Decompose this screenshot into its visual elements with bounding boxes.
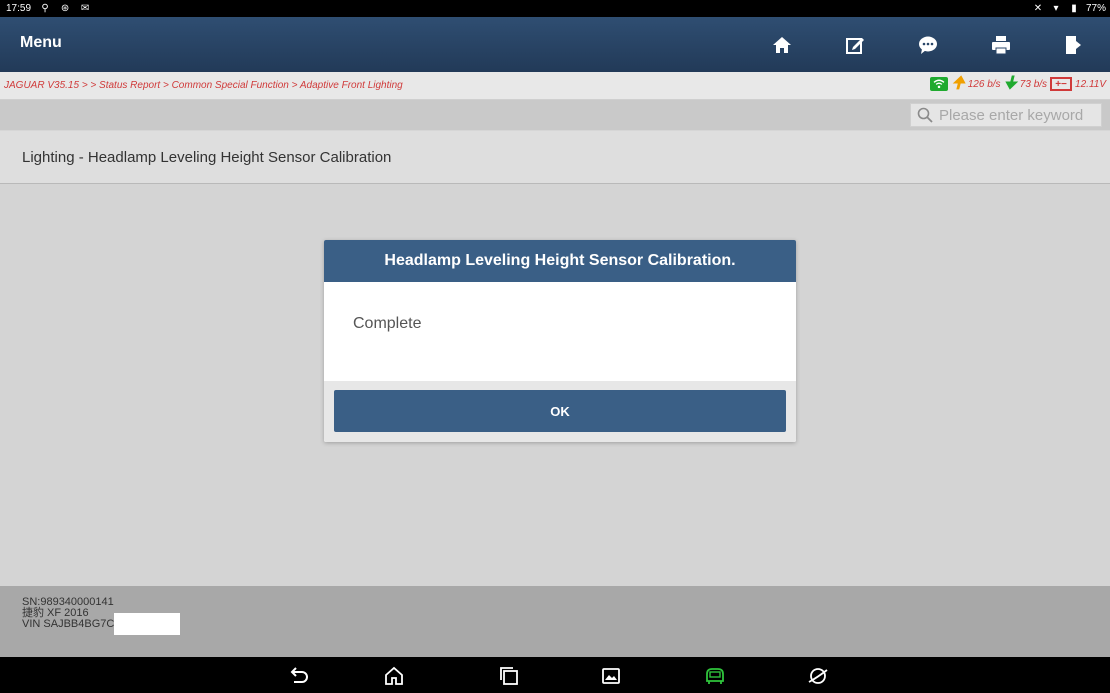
dialog-title: Headlamp Leveling Height Sensor Calibrat… — [324, 240, 796, 282]
vci-status-icon: ⊛ — [60, 3, 70, 14]
upload-rate: 126 b/s — [967, 78, 1001, 90]
exit-button[interactable] — [1037, 17, 1110, 72]
chat-button[interactable] — [891, 17, 964, 72]
page-title-bar: Lighting - Headlamp Leveling Height Sens… — [0, 131, 1110, 184]
vci-button[interactable] — [704, 665, 726, 687]
edit-icon — [845, 37, 864, 54]
menu-title[interactable]: Menu — [20, 34, 62, 52]
usb-icon: ⚲ — [41, 3, 49, 14]
download-rate: 73 b/s — [1019, 78, 1048, 90]
home-nav-button[interactable] — [383, 665, 405, 687]
battery-status-icon: ▮ — [1071, 3, 1077, 14]
print-icon — [991, 35, 1010, 54]
home-button[interactable] — [745, 17, 818, 72]
breadcrumb-bar: JAGUAR V35.15 > > Status Report > Common… — [0, 72, 1110, 100]
back-icon — [290, 667, 308, 683]
wifi-icon: ▾ — [1053, 3, 1059, 14]
upload-arrow-icon: 🠉 — [951, 75, 965, 92]
download-arrow-icon: 🠋 — [1003, 75, 1017, 92]
home-outline-icon — [385, 666, 403, 685]
status-bar: 17:59 ⚲ ⊛ ✉ ✕ ▾ ▮ 77% — [0, 0, 1110, 17]
toolbar — [745, 17, 1110, 72]
car-battery-icon: +− — [1050, 77, 1073, 91]
page-title: Lighting - Headlamp Leveling Height Sens… — [22, 149, 392, 166]
status-time: 17:59 — [6, 3, 32, 14]
dialog-message: Complete — [353, 315, 422, 332]
dialog-body: Complete — [324, 282, 796, 381]
search-row — [0, 100, 1110, 130]
search-input[interactable] — [937, 105, 1101, 125]
vci-icon — [706, 668, 724, 684]
navigation-bar — [0, 657, 1110, 693]
voltage: 12.11V — [1075, 78, 1106, 90]
battery-percent: 77% — [1085, 3, 1106, 14]
connection-info: 🠉 126 b/s 🠋 73 b/s +− 12.11V — [930, 75, 1106, 92]
vin: VIN SAJBB4BG7C — [22, 618, 115, 630]
gallery-icon — [602, 668, 620, 684]
back-button[interactable] — [287, 665, 309, 687]
edit-button[interactable] — [818, 17, 891, 72]
vehicle-info-footer: SN:989340000141 捷豹 XF 2016 VIN SAJBB4BG7… — [0, 586, 1110, 657]
ok-button[interactable]: OK — [334, 390, 786, 432]
browser-icon — [808, 668, 828, 684]
wifi-connection-icon — [930, 77, 949, 91]
message-icon: ✉ — [80, 3, 90, 14]
browser-button[interactable] — [807, 665, 829, 687]
recents-button[interactable] — [498, 665, 520, 687]
no-sound-icon: ✕ — [1033, 3, 1043, 14]
recents-icon — [500, 667, 518, 685]
search-icon — [917, 107, 933, 123]
chat-icon — [918, 36, 937, 54]
search-box[interactable] — [910, 103, 1102, 127]
calibration-dialog: Headlamp Leveling Height Sensor Calibrat… — [324, 240, 796, 442]
vin-redaction — [114, 613, 181, 635]
menu-bar: Menu — [0, 17, 1110, 72]
screenshot-button[interactable] — [600, 665, 622, 687]
dialog-footer: OK — [324, 381, 796, 442]
home-icon — [772, 36, 791, 53]
exit-icon — [1065, 35, 1081, 54]
print-button[interactable] — [964, 17, 1037, 72]
breadcrumb: JAGUAR V35.15 > > Status Report > Common… — [4, 80, 403, 91]
